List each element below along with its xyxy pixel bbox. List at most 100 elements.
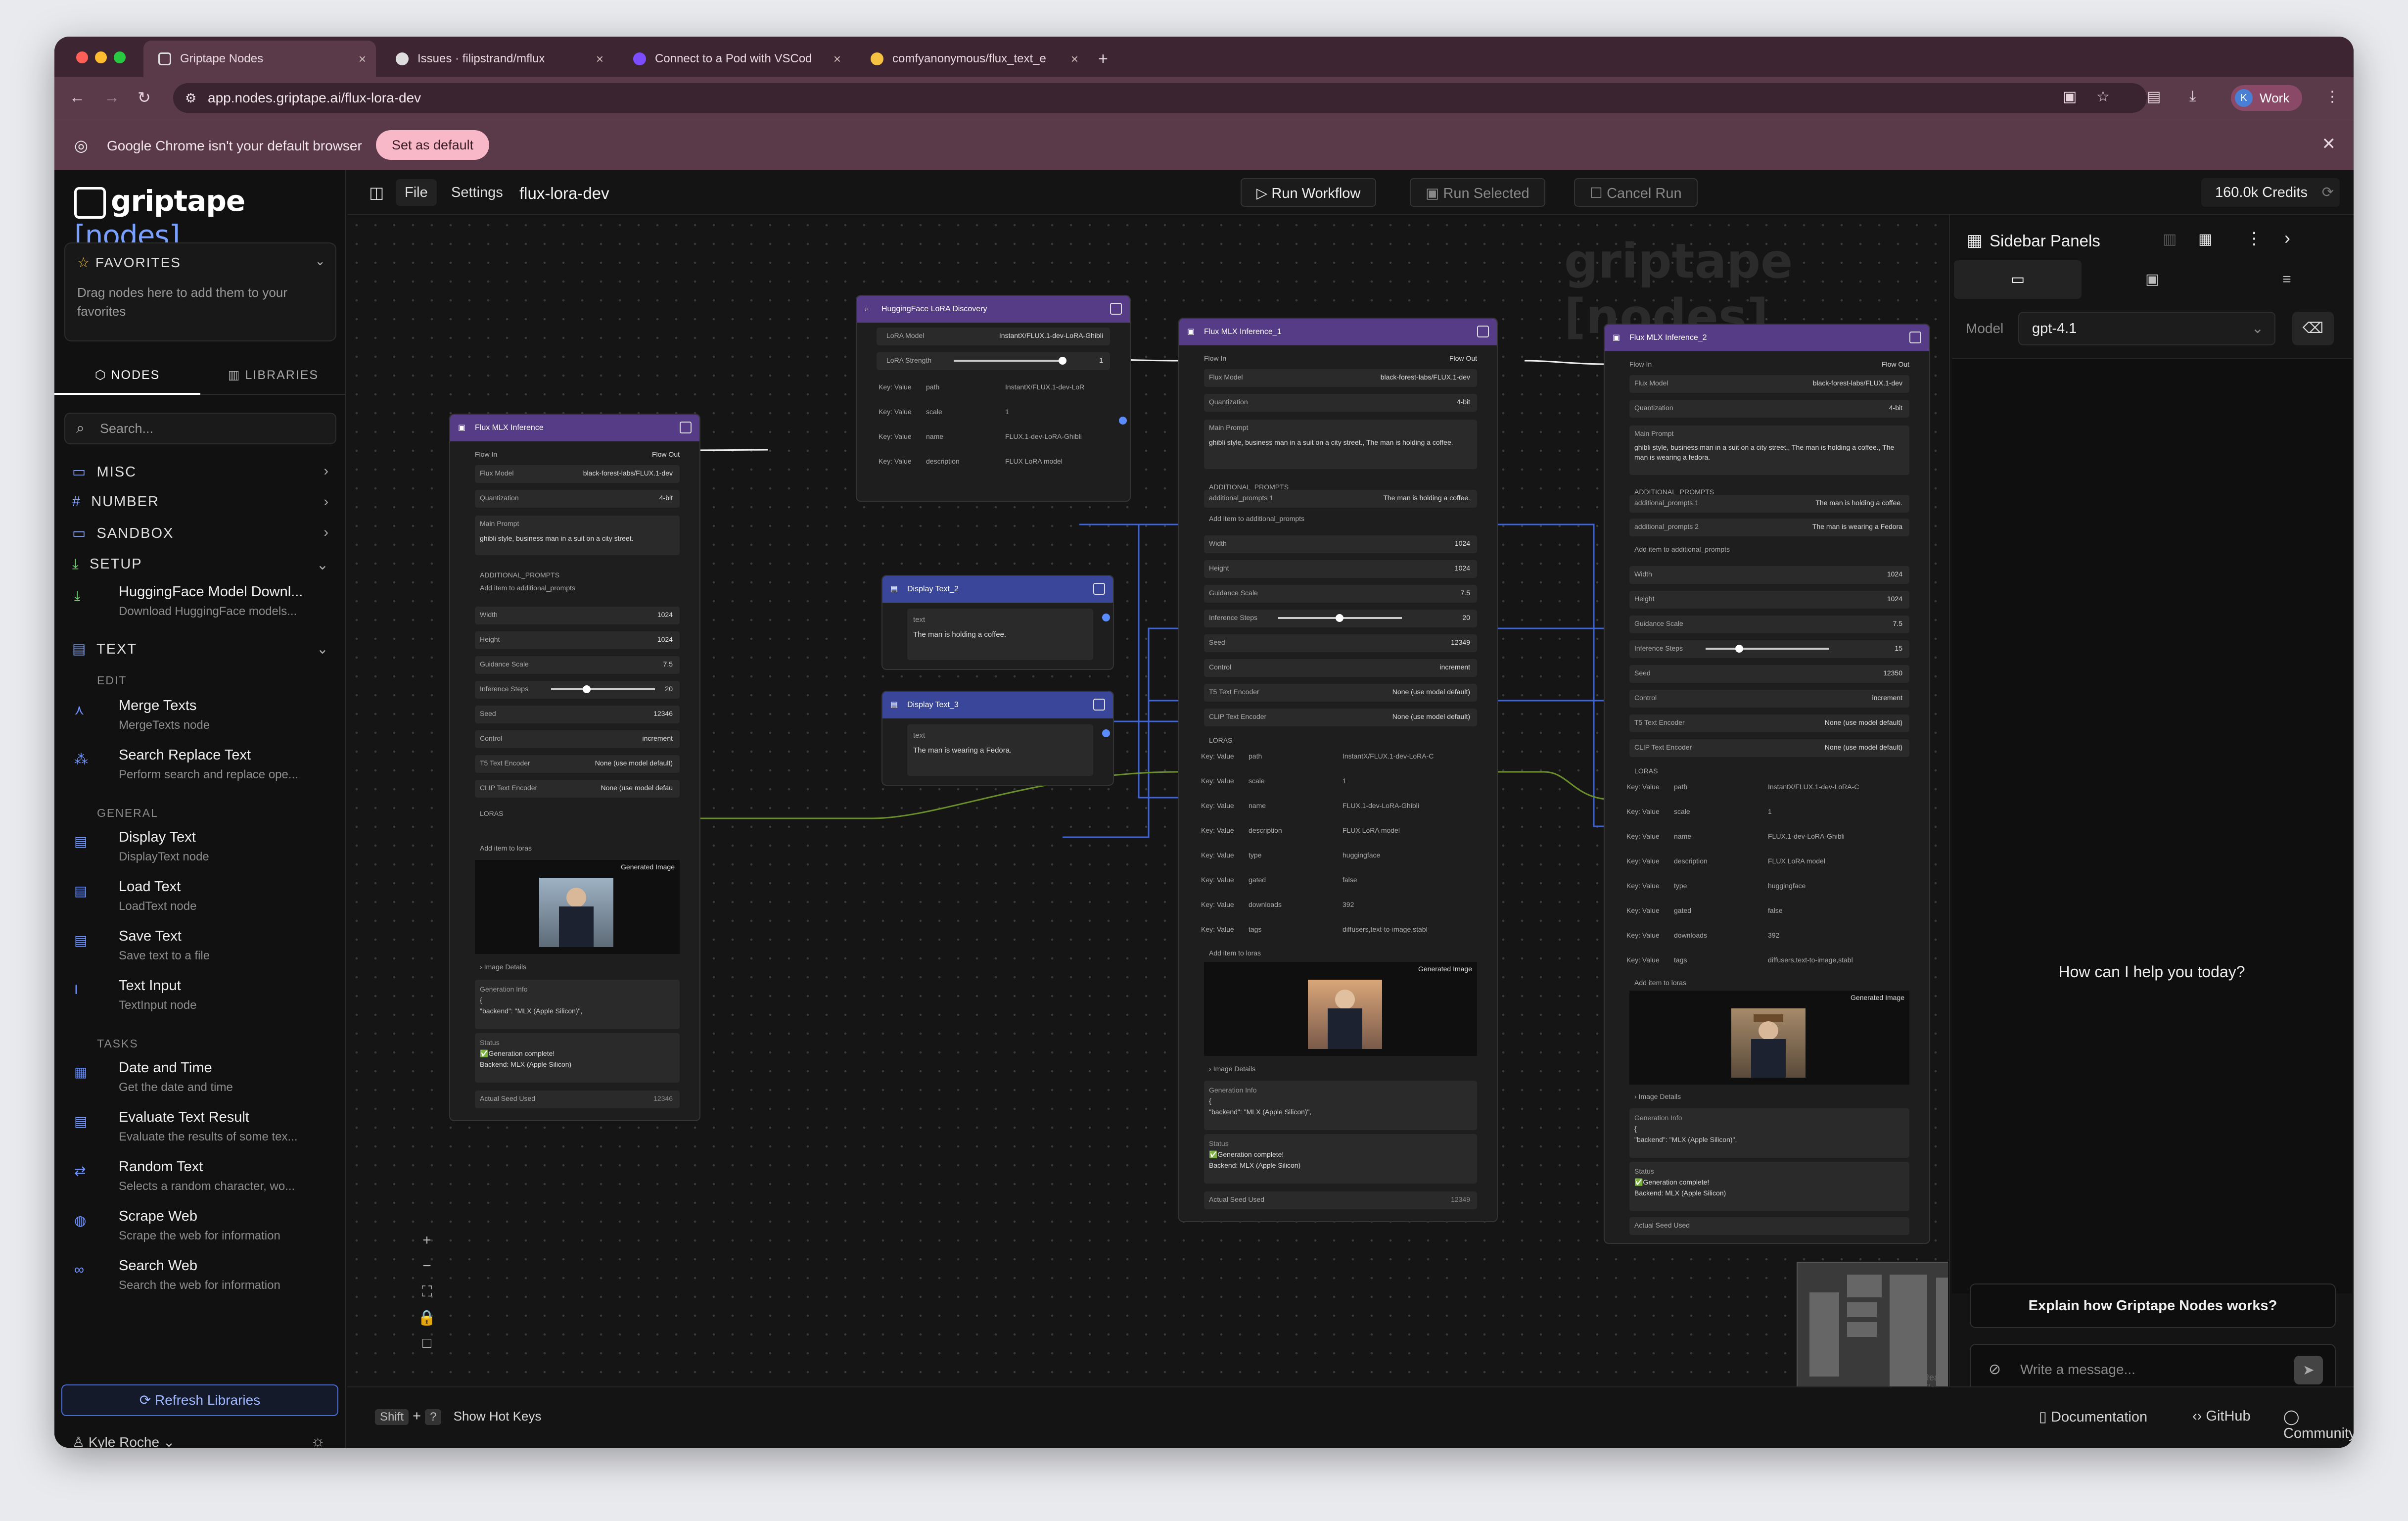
- quantization-select[interactable]: Quantization 4-bit: [1179, 392, 1497, 412]
- additional-prompt-2[interactable]: additional_prompts 2 The man is wearing a…: [1605, 517, 1929, 536]
- seed-field[interactable]: Seed 12349: [1179, 632, 1497, 652]
- new-tab-icon[interactable]: +: [1093, 41, 1123, 77]
- clipboard-icon[interactable]: ▣: [2063, 88, 2077, 105]
- bookmark-star-icon[interactable]: ☆: [2096, 88, 2110, 105]
- category-number[interactable]: # NUMBER ›: [72, 494, 334, 510]
- node-item-merge-texts[interactable]: ⋏ Merge Texts MergeTexts node: [74, 698, 331, 742]
- lora-output-port[interactable]: [1119, 417, 1127, 425]
- slider-thumb[interactable]: [1059, 357, 1066, 365]
- minimize-window-icon[interactable]: [95, 51, 107, 63]
- more-options-icon[interactable]: ⋮: [2246, 229, 2263, 248]
- send-icon[interactable]: ➤: [2294, 1356, 2323, 1384]
- node-settings-icon[interactable]: [1110, 303, 1122, 315]
- guidance-field[interactable]: Guidance Scale 7.5: [450, 654, 699, 674]
- node-flux-mlx-inference[interactable]: ▣ Flux MLX Inference Flow In Flow Out Flux…: [449, 414, 700, 1121]
- generated-image[interactable]: [539, 878, 613, 947]
- width-field[interactable]: Width 1024: [1179, 533, 1497, 553]
- node-settings-icon[interactable]: [680, 422, 692, 433]
- t5-encoder-select[interactable]: T5 Text Encoder None (use model default): [450, 753, 699, 773]
- seed-field[interactable]: Seed 12350: [1605, 663, 1929, 683]
- flow-name[interactable]: flux-lora-dev: [519, 184, 609, 203]
- inference-steps-slider[interactable]: Inference Steps 20: [1179, 608, 1497, 627]
- cancel-run-button[interactable]: ☐ Cancel Run: [1574, 178, 1698, 207]
- tab-github-issues[interactable]: Issues · filipstrand/mflux ×: [381, 41, 613, 77]
- node-item-search-replace[interactable]: ⁂ Search Replace Text Perform search and r…: [74, 747, 331, 792]
- flux-model-select[interactable]: Flux Model black-forest-labs/FLUX.1-dev: [1605, 373, 1929, 393]
- tab-connect-pod[interactable]: Connect to a Pod with VSCod ×: [618, 41, 851, 77]
- flux-model-select[interactable]: Flux Model black-forest-labs/FLUX.1-dev: [1179, 367, 1497, 387]
- cast-icon[interactable]: ▤: [2147, 88, 2161, 105]
- node-item-search-web[interactable]: ∞ Search Web Search the web for informatio…: [74, 1258, 331, 1302]
- set-default-button[interactable]: Set as default: [376, 130, 490, 160]
- main-prompt-field[interactable]: Main Prompt ghibli style, business man in…: [1204, 420, 1477, 469]
- layout-single-icon[interactable]: ▥: [2163, 231, 2176, 248]
- guidance-field[interactable]: Guidance Scale 7.5: [1179, 583, 1497, 603]
- clip-encoder-select[interactable]: CLIP Text Encoder None (use model default…: [1179, 707, 1497, 726]
- category-setup[interactable]: ⤓ SETUP ⌄: [72, 556, 334, 573]
- chevron-down-icon[interactable]: ⌄: [315, 253, 325, 269]
- width-field[interactable]: Width 1024: [450, 605, 699, 624]
- lora-model-select[interactable]: LoRA Model InstantX/FLUX.1-dev-LoRA-Ghibl…: [857, 326, 1130, 345]
- add-prompt-item[interactable]: Add item to additional_prompts: [1605, 539, 1929, 559]
- zoom-in-icon[interactable]: +: [416, 1232, 438, 1258]
- zoom-out-icon[interactable]: −: [416, 1258, 438, 1283]
- back-icon[interactable]: ←: [69, 88, 85, 106]
- close-window-icon[interactable]: [76, 51, 88, 63]
- image-tab[interactable]: ▣: [2088, 260, 2216, 299]
- slider-thumb[interactable]: [1336, 614, 1343, 622]
- node-settings-icon[interactable]: [1093, 583, 1105, 595]
- main-prompt-field[interactable]: Main Prompt ghibli style, business man in…: [475, 516, 680, 555]
- suggestion-button[interactable]: Explain how Griptape Nodes works?: [1970, 1283, 2336, 1328]
- reload-icon[interactable]: ↻: [138, 88, 151, 107]
- maximize-window-icon[interactable]: [114, 51, 126, 63]
- tab-nodes[interactable]: ⬡ NODES: [54, 355, 200, 395]
- image-details-toggle[interactable]: › Image Details: [450, 957, 699, 977]
- clip-encoder-select[interactable]: CLIP Text Encoder None (use model defau: [450, 778, 699, 798]
- add-lora-item[interactable]: Add item to loras: [1605, 973, 1929, 993]
- inference-steps-slider[interactable]: Inference Steps 20: [450, 679, 699, 699]
- node-item-text-input[interactable]: I Text Input TextInput node: [74, 978, 331, 1022]
- refresh-libraries-button[interactable]: ⟳ Refresh Libraries: [61, 1384, 338, 1416]
- refresh-credits-icon[interactable]: ⟳: [2322, 178, 2334, 207]
- settings-menu[interactable]: Settings: [442, 179, 512, 206]
- node-item-date-time[interactable]: ▦ Date and Time Get the date and time: [74, 1060, 331, 1104]
- seed-field[interactable]: Seed 12346: [450, 704, 699, 723]
- node-item-hf-download[interactable]: ⤓ HuggingFace Model Downl... Download Hu…: [74, 584, 331, 628]
- close-tab-icon[interactable]: ×: [596, 51, 603, 67]
- quantization-select[interactable]: Quantization 4-bit: [1605, 398, 1929, 418]
- site-info-icon[interactable]: ⚙: [185, 83, 196, 113]
- model-select[interactable]: gpt-4.1 ⌄: [2018, 312, 2275, 345]
- quantization-select[interactable]: Quantization 4-bit: [450, 488, 699, 508]
- chat-tab[interactable]: ▭: [1954, 260, 2082, 299]
- workflow-canvas[interactable]: griptape [nodes] ▣ Flux MLX Inference Flo…: [347, 216, 1948, 1386]
- t5-encoder-select[interactable]: T5 Text Encoder None (use model default): [1179, 682, 1497, 702]
- clear-chat-button[interactable]: ⌫: [2292, 312, 2334, 345]
- slider-thumb[interactable]: [1735, 645, 1743, 653]
- run-workflow-button[interactable]: ▷ Run Workflow: [1241, 178, 1377, 207]
- node-settings-icon[interactable]: [1093, 699, 1105, 711]
- guidance-field[interactable]: Guidance Scale 7.5: [1605, 614, 1929, 633]
- collapse-panel-icon[interactable]: ›: [2284, 228, 2290, 248]
- close-tab-icon[interactable]: ×: [834, 51, 841, 67]
- node-item-save-text[interactable]: ▤ Save Text Save text to a file: [74, 928, 331, 973]
- toggle-sidebar-icon[interactable]: ◫: [360, 179, 393, 206]
- flux-model-select[interactable]: Flux Model black-forest-labs/FLUX.1-dev: [450, 463, 699, 483]
- tab-huggingface[interactable]: comfyanonymous/flux_text_e ×: [856, 41, 1088, 77]
- additional-prompt-1[interactable]: additional_prompts 1 The man is holding a…: [1179, 488, 1497, 508]
- height-field[interactable]: Height 1024: [1179, 558, 1497, 578]
- add-lora-item[interactable]: Add item to loras: [1179, 943, 1497, 963]
- node-item-evaluate-text[interactable]: ▤ Evaluate Text Result Evaluate the result…: [74, 1109, 331, 1154]
- add-lora-item[interactable]: Add item to loras: [450, 838, 699, 858]
- lock-icon[interactable]: 🔒: [416, 1309, 438, 1335]
- user-menu[interactable]: ♙ Kyle Roche ⌄: [72, 1434, 175, 1448]
- add-prompt-item[interactable]: Add item to additional_prompts: [450, 578, 699, 598]
- category-text[interactable]: ▤ TEXT ⌄: [72, 640, 334, 658]
- browser-menu-icon[interactable]: ⋮: [2325, 88, 2340, 105]
- close-tab-icon[interactable]: ×: [1071, 51, 1078, 67]
- close-infobar-icon[interactable]: ✕: [2322, 134, 2336, 154]
- slider-thumb[interactable]: [583, 685, 591, 693]
- url-field[interactable]: ⚙ app.nodes.griptape.ai/flux-lora-dev: [173, 83, 2147, 113]
- forward-icon[interactable]: →: [104, 88, 120, 106]
- node-flux-mlx-inference-2[interactable]: ▣ Flux MLX Inference_2 Flow In Flow Out Fl…: [1604, 324, 1930, 1244]
- node-search-input[interactable]: ⌕ Search...: [64, 413, 336, 444]
